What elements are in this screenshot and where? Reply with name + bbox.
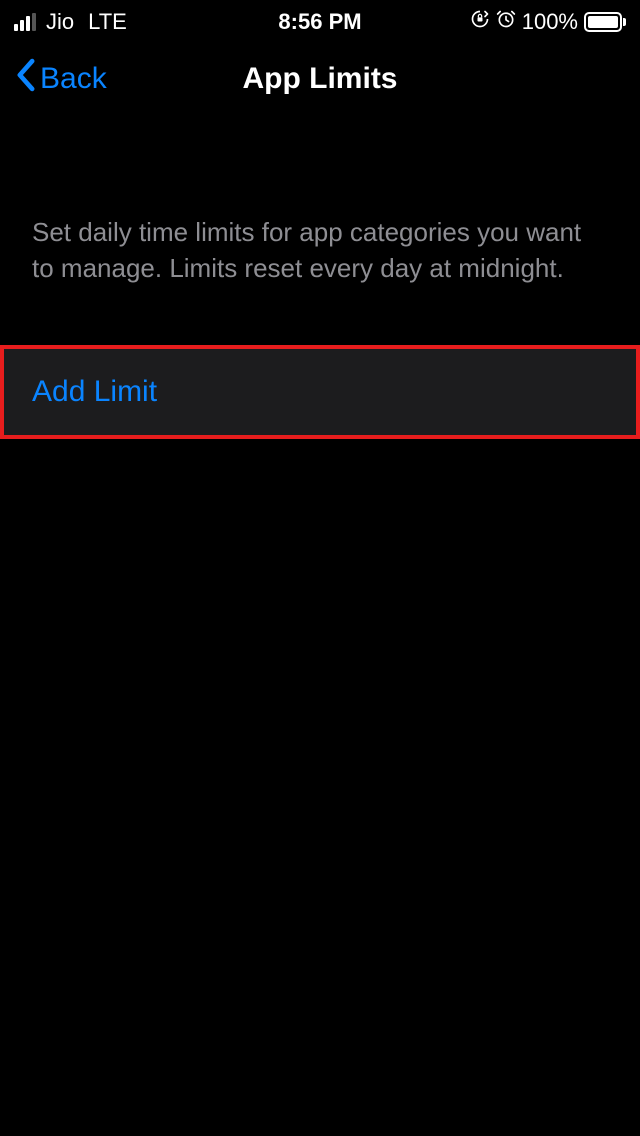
status-right: 100% — [470, 9, 626, 35]
chevron-left-icon — [16, 58, 36, 100]
status-time: 8:56 PM — [278, 9, 361, 35]
battery-percent: 100% — [522, 9, 578, 35]
status-left: Jio LTE — [14, 9, 127, 35]
page-title: App Limits — [243, 62, 398, 96]
carrier-label: Jio — [46, 9, 74, 35]
description-text: Set daily time limits for app categories… — [0, 214, 640, 287]
content-area: Set daily time limits for app categories… — [0, 114, 640, 439]
rotation-lock-icon — [470, 9, 490, 35]
add-limit-button[interactable]: Add Limit — [4, 349, 636, 435]
battery-icon — [584, 12, 626, 32]
signal-bars-icon — [14, 13, 36, 31]
add-limit-highlight: Add Limit — [0, 345, 640, 439]
back-label: Back — [40, 62, 107, 96]
back-button[interactable]: Back — [16, 58, 107, 100]
alarm-icon — [496, 9, 516, 35]
navigation-bar: Back App Limits — [0, 44, 640, 114]
status-bar: Jio LTE 8:56 PM 100% — [0, 0, 640, 44]
network-label: LTE — [88, 9, 127, 35]
